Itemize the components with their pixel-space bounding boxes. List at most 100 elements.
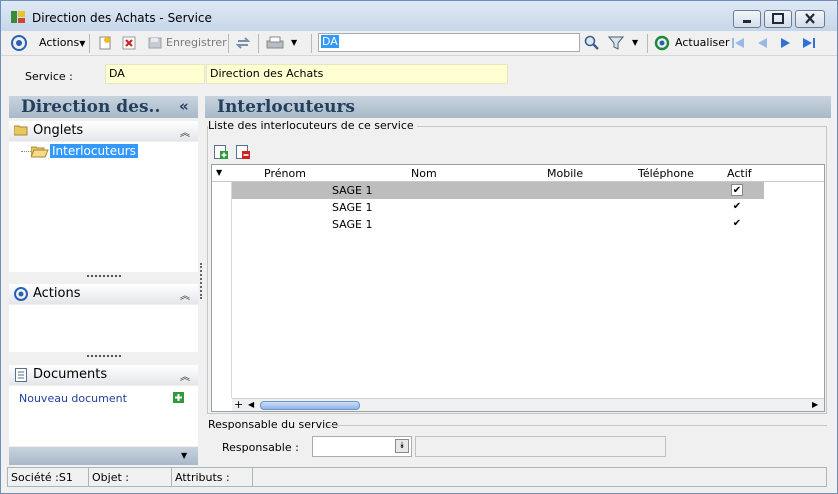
- main-panel-header: Interlocuteurs: [205, 96, 831, 118]
- search-icon[interactable]: [584, 35, 600, 51]
- save-button[interactable]: Enregistrer: [166, 36, 227, 49]
- documents-section-title: Documents: [33, 367, 108, 382]
- table-row[interactable]: SAGE 1 ✔: [232, 199, 764, 216]
- refresh-button[interactable]: Actualiser: [675, 36, 730, 49]
- active-checkbox[interactable]: ✔: [731, 218, 743, 230]
- print-dropdown-icon[interactable]: ▼: [291, 38, 297, 47]
- list-group-label: Liste des interlocuteurs de ce service: [208, 119, 417, 132]
- responsable-groupbox-line: [327, 425, 827, 426]
- double-chevron-down-icon[interactable]: ⯯: [395, 439, 409, 453]
- resize-grip[interactable]: [87, 275, 121, 278]
- actions-section-title: Actions: [33, 286, 81, 301]
- toolbar: Actions▼ Enregistrer ▼ DA ▼ Actualiser: [1, 31, 837, 56]
- status-societe: Société :S1: [7, 467, 89, 487]
- scroll-add-icon[interactable]: +: [234, 398, 243, 411]
- add-document-icon[interactable]: [173, 392, 184, 406]
- documents-section-header[interactable]: Documents ︽: [9, 365, 198, 385]
- refresh-icon[interactable]: [654, 35, 670, 51]
- search-input-value: DA: [321, 35, 339, 48]
- title-bar: Direction des Achats - Service: [1, 1, 837, 31]
- left-panel-footer[interactable]: ▼: [9, 447, 198, 465]
- service-code-field[interactable]: DA: [105, 64, 205, 84]
- row-selector-dropdown-icon[interactable]: ▼: [216, 168, 222, 177]
- column-header-nom[interactable]: Nom: [411, 167, 437, 180]
- left-panel-title: Direction des..: [21, 97, 161, 117]
- list-groupbox-line: [387, 126, 827, 127]
- expand-down-icon: ▼: [181, 451, 188, 460]
- main-panel-title: Interlocuteurs: [217, 97, 356, 117]
- status-attributs: Attributs :: [171, 467, 253, 487]
- responsable-select[interactable]: ⯯: [312, 436, 412, 457]
- active-checkbox[interactable]: ✔: [731, 184, 743, 196]
- column-header-mobile[interactable]: Mobile: [547, 167, 583, 180]
- collapse-panel-icon[interactable]: «: [179, 97, 189, 115]
- collapse-chevron-icon[interactable]: ︽: [180, 287, 190, 302]
- last-record-icon[interactable]: [801, 35, 817, 51]
- actions-menu[interactable]: Actions▼: [39, 36, 85, 49]
- cell-nom: SAGE 1: [332, 218, 373, 231]
- actions-menu-label: Actions: [39, 36, 80, 49]
- delete-icon[interactable]: [121, 35, 137, 51]
- minimize-icon: [743, 20, 751, 23]
- sync-icon[interactable]: [235, 35, 251, 51]
- scroll-left-icon[interactable]: ◀: [248, 400, 254, 409]
- panel-splitter[interactable]: [200, 263, 202, 299]
- actions-section-body: [9, 305, 198, 352]
- cell-nom: SAGE 1: [332, 201, 373, 214]
- maximize-icon: [772, 13, 784, 24]
- resize-grip[interactable]: [87, 355, 121, 358]
- status-bar: Société :S1 Objet : Attributs :: [7, 467, 827, 487]
- scroll-right-icon[interactable]: ▶: [812, 400, 818, 409]
- remove-contact-icon[interactable]: [236, 145, 250, 163]
- actions-section-header[interactable]: Actions ︽: [9, 284, 198, 304]
- open-folder-icon: [30, 145, 49, 161]
- table-row[interactable]: SAGE 1 ✔: [232, 182, 764, 199]
- app-icon: [10, 9, 26, 25]
- onglets-title: Onglets: [33, 123, 84, 138]
- new-record-icon[interactable]: [97, 35, 113, 51]
- scroll-thumb[interactable]: [260, 401, 360, 410]
- add-contact-icon[interactable]: [214, 145, 228, 163]
- previous-record-icon[interactable]: [754, 35, 770, 51]
- tree-line: [21, 151, 31, 152]
- toolbar-separator: [228, 34, 229, 53]
- collapse-chevron-icon[interactable]: ︽: [180, 368, 190, 383]
- table-row[interactable]: SAGE 1 ✔: [232, 216, 764, 233]
- column-header-telephone[interactable]: Téléphone: [638, 167, 694, 180]
- status-extra: [252, 467, 827, 487]
- actions-circle-icon[interactable]: [11, 35, 27, 51]
- minimize-button[interactable]: [733, 10, 761, 28]
- column-header-actif[interactable]: Actif: [727, 167, 752, 180]
- folder-icon: [13, 124, 28, 140]
- tree-item-interlocuteurs[interactable]: Interlocuteurs: [50, 144, 138, 158]
- left-panel-header: Direction des..: [9, 96, 198, 118]
- application-window: Direction des Achats - Service Actions▼ …: [0, 0, 838, 494]
- search-input[interactable]: DA: [318, 33, 580, 52]
- document-icon: [15, 368, 27, 386]
- actions-icon: [14, 287, 28, 305]
- new-document-link[interactable]: Nouveau document: [19, 392, 127, 405]
- grid-header: ▼ Prénom Nom Mobile Téléphone Actif: [212, 165, 824, 182]
- service-label: Service :: [25, 70, 73, 83]
- active-checkbox[interactable]: ✔: [731, 201, 743, 213]
- service-name-field[interactable]: Direction des Achats: [206, 64, 508, 84]
- window-title: Direction des Achats - Service: [32, 11, 212, 25]
- toolbar-separator: [258, 34, 259, 53]
- toolbar-separator: [311, 34, 312, 53]
- onglets-section-header[interactable]: Onglets ︽: [9, 121, 198, 141]
- first-record-icon[interactable]: [730, 35, 746, 51]
- close-button[interactable]: [795, 10, 825, 28]
- responsable-name-field: [415, 436, 666, 457]
- horizontal-scrollbar[interactable]: + ◀ ▶: [232, 398, 824, 411]
- toolbar-separator: [647, 34, 648, 53]
- filter-dropdown-icon[interactable]: ▼: [632, 38, 638, 47]
- status-objet: Objet :: [88, 467, 172, 487]
- maximize-button[interactable]: [764, 10, 792, 28]
- filter-icon[interactable]: [607, 35, 625, 51]
- toolbar-separator: [89, 34, 90, 53]
- next-record-icon[interactable]: [778, 35, 794, 51]
- grid-left-gutter: [212, 182, 232, 398]
- collapse-chevron-icon[interactable]: ︽: [180, 124, 190, 139]
- print-icon[interactable]: [265, 35, 285, 51]
- column-header-prenom[interactable]: Prénom: [264, 167, 306, 180]
